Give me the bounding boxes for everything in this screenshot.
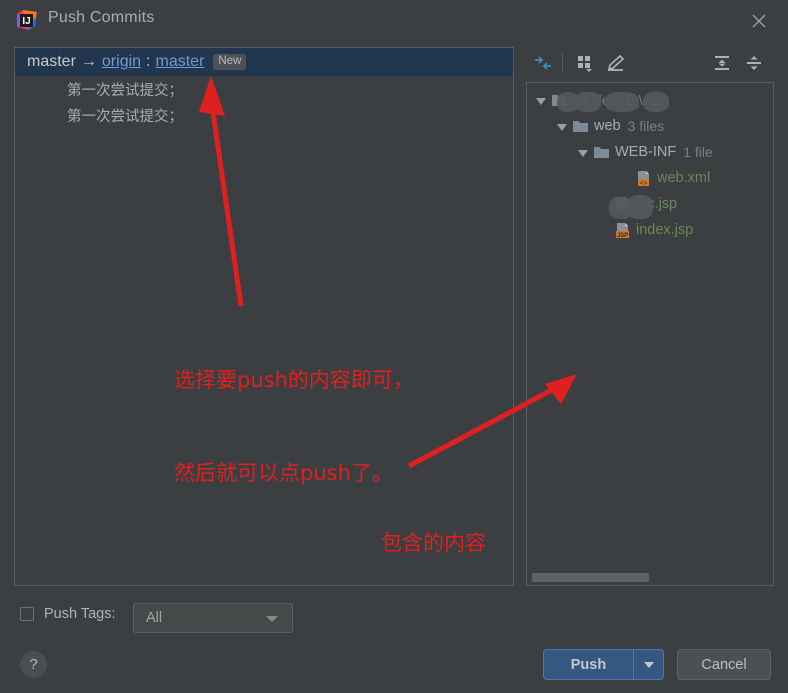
svg-text:JSP: JSP: [617, 233, 628, 239]
commit-row[interactable]: 第一次尝试提交；: [15, 102, 513, 128]
page-title: Push Commits: [48, 9, 155, 26]
file-tree-toolbar: [526, 47, 774, 79]
scrollbar-thumb[interactable]: [532, 573, 649, 582]
tree-row-count: 1 file: [683, 144, 713, 160]
tree-row-count: 3 files: [627, 118, 665, 134]
intellij-idea-icon: IJ: [16, 9, 38, 31]
commit-message: 第一次尝试提交；: [67, 82, 183, 99]
cancel-button-label: Cancel: [701, 656, 747, 673]
tree-row-label: web.xml: [657, 170, 711, 186]
tree-twisty-icon[interactable]: [575, 144, 591, 160]
expand-all-icon[interactable]: [709, 50, 735, 76]
tree-twisty-spacer: [617, 170, 633, 186]
jsp-file-icon: JSP: [614, 222, 631, 239]
status-badge: New: [213, 54, 247, 70]
chevron-down-icon: [643, 661, 654, 668]
folder-icon: [593, 144, 610, 160]
help-label: ?: [29, 656, 38, 673]
redaction-blob: [575, 92, 601, 112]
push-dropdown-button[interactable]: [633, 649, 664, 680]
svg-text:IJ: IJ: [22, 16, 30, 27]
tree-row[interactable]: JSP index.jsp: [527, 217, 773, 243]
toolbar-divider: [562, 53, 563, 73]
tree-horizontal-scrollbar[interactable]: [528, 573, 773, 584]
collapse-all-icon[interactable]: [741, 50, 767, 76]
tree-row-label: index.jsp: [636, 222, 694, 238]
local-branch-label: master: [27, 53, 76, 70]
collapse-diff-icon[interactable]: [530, 50, 556, 76]
arrow-right-icon: →: [80, 53, 97, 70]
help-button[interactable]: ?: [20, 651, 47, 678]
file-tree-panel[interactable]: 3 filesE:\Jetweb3 filesWEB-INF1 file<>we…: [526, 82, 774, 586]
push-tags-group: Push Tags:: [20, 606, 115, 622]
push-tags-checkbox[interactable]: [20, 607, 34, 621]
tree-twisty-icon[interactable]: [533, 92, 549, 108]
redaction-blob: [605, 92, 639, 112]
branch-separator: :: [146, 53, 151, 70]
push-commits-dialog: IJ Push Commits master → origin : master…: [0, 0, 788, 693]
close-icon[interactable]: [748, 10, 770, 32]
svg-text:<>: <>: [640, 180, 648, 187]
tags-scope-select[interactable]: All: [133, 603, 293, 633]
commits-list-panel[interactable]: master → origin : master New 第一次尝试提交； 第一…: [14, 47, 514, 586]
tree-twisty-icon[interactable]: [554, 118, 570, 134]
group-by-icon[interactable]: [572, 50, 598, 76]
commit-row[interactable]: 第一次尝试提交；: [15, 76, 513, 102]
remote-branch-link[interactable]: master: [156, 53, 205, 71]
xml-file-icon: <>: [635, 170, 652, 187]
title-bar: IJ Push Commits: [0, 0, 788, 40]
push-tags-label: Push Tags:: [44, 606, 116, 622]
tree-row[interactable]: web 3 files: [527, 113, 773, 139]
tree-row-label: web: [594, 118, 621, 134]
commit-message: 第一次尝试提交；: [67, 108, 183, 125]
tags-scope-value: All: [146, 610, 163, 626]
push-button-label: Push: [570, 656, 607, 673]
redaction-blob: [627, 195, 653, 219]
tree-twisty-spacer: [596, 222, 612, 238]
cancel-button[interactable]: Cancel: [677, 649, 771, 680]
chevron-down-icon: [266, 616, 278, 622]
edit-source-icon[interactable]: [603, 50, 629, 76]
tree-row-label: WEB-INF: [615, 144, 677, 160]
remote-link[interactable]: origin: [102, 53, 141, 71]
tree-row[interactable]: <> web.xml: [527, 165, 773, 191]
push-button[interactable]: Push: [543, 649, 633, 680]
tree-row[interactable]: WEB-INF 1 file: [527, 139, 773, 165]
folder-icon: [572, 118, 589, 134]
redaction-blob: [643, 92, 669, 112]
repository-row[interactable]: master → origin : master New: [15, 48, 513, 76]
